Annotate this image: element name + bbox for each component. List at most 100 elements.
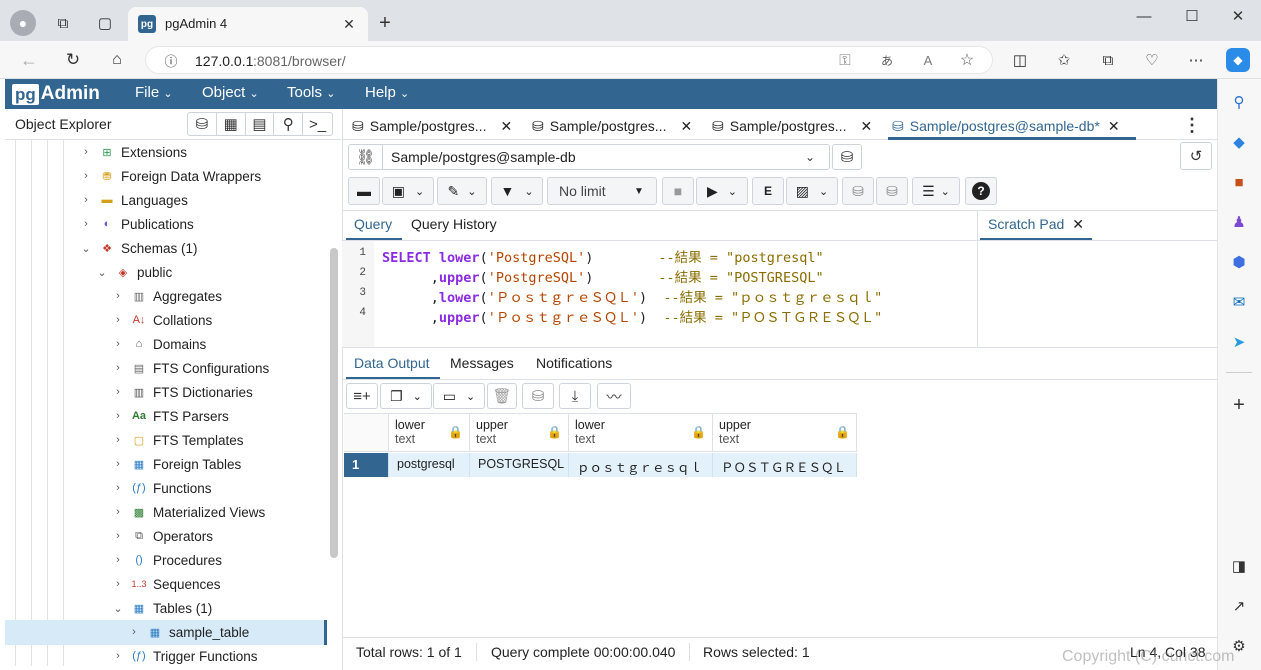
- tree-item-functions[interactable]: › (ƒ) Functions: [111, 476, 211, 500]
- favorites-icon[interactable]: ✩: [1054, 50, 1074, 70]
- tab-messages[interactable]: Messages: [450, 355, 514, 371]
- open-file-icon[interactable]: ▬: [348, 177, 380, 205]
- tree-item-collations[interactable]: › A↓ Collations: [111, 308, 212, 332]
- split-screen-icon[interactable]: ◫: [1010, 50, 1030, 70]
- shopping-icon[interactable]: ◆: [1228, 131, 1250, 153]
- close-icon[interactable]: ✕: [1108, 118, 1120, 135]
- column-header-lower-2[interactable]: lower text 🔒: [569, 414, 713, 452]
- tree-item-sample-table[interactable]: › ▦ sample_table: [127, 620, 249, 644]
- new-tab-icon[interactable]: +: [374, 12, 396, 34]
- chevron-right-icon[interactable]: ›: [79, 170, 93, 182]
- favorite-star-icon[interactable]: ☆: [958, 51, 976, 69]
- macros-button[interactable]: ☰ ⌄: [912, 177, 960, 205]
- chevron-right-icon[interactable]: ›: [111, 386, 125, 398]
- key-icon[interactable]: ⚿: [836, 51, 854, 69]
- chevron-right-icon[interactable]: ›: [111, 506, 125, 518]
- delete-icon[interactable]: 🗑: [487, 383, 517, 409]
- more-options-icon[interactable]: ⋯: [1186, 50, 1206, 70]
- tree-item-public[interactable]: ⌄ ◈ public: [95, 260, 172, 284]
- menu-tools[interactable]: Tools ⌄: [287, 84, 335, 101]
- tree-item-publications[interactable]: › ◐ Publications: [79, 212, 194, 236]
- table-cell[interactable]: ＰＯＳＴＧＲＥＳＱＬ: [713, 453, 857, 477]
- menu-help[interactable]: Help ⌄: [365, 84, 409, 101]
- search-objects-icon[interactable]: ⚲: [274, 113, 304, 135]
- read-aloud-icon[interactable]: A: [919, 51, 937, 69]
- tree-item-fts-dictionaries[interactable]: › ▥ FTS Dictionaries: [111, 380, 253, 404]
- chevron-right-icon[interactable]: ›: [111, 482, 125, 494]
- tree-item-domains[interactable]: › ⌂ Domains: [111, 332, 206, 356]
- tree-item-trigger-functions[interactable]: › (ƒ) Trigger Functions: [111, 644, 257, 666]
- search-icon[interactable]: ⚲: [1228, 91, 1250, 113]
- chevron-right-icon[interactable]: ›: [111, 554, 125, 566]
- filtered-rows-icon[interactable]: ▤: [246, 113, 275, 135]
- more-vert-icon[interactable]: ⋮: [1183, 115, 1201, 135]
- tree-item-procedures[interactable]: ›() Procedures: [111, 548, 222, 572]
- outlook-icon[interactable]: ✉: [1228, 291, 1250, 313]
- tab-scratch-pad[interactable]: Scratch Pad ✕: [988, 216, 1084, 233]
- new-connection-icon[interactable]: ⛁: [832, 144, 862, 170]
- download-icon[interactable]: ⤓: [559, 383, 591, 409]
- tree-item-fts-configurations[interactable]: › ▤ FTS Configurations: [111, 356, 269, 380]
- reset-layout-icon[interactable]: ↺: [1180, 142, 1212, 170]
- code-line-4[interactable]: ,upper('ＰｏｓｔｇｒｅＳＱＬ') --結果 = "ＰＯＳＴＧＲＥＳＱＬ": [382, 306, 883, 326]
- refresh-icon[interactable]: ↻: [62, 49, 84, 71]
- explain-icon[interactable]: E: [752, 177, 784, 205]
- chevron-right-icon[interactable]: ›: [111, 362, 125, 374]
- tree-item-sequences[interactable]: › 1..3 Sequences: [111, 572, 220, 596]
- add-sidebar-app-icon[interactable]: +: [1228, 394, 1250, 416]
- chevron-right-icon[interactable]: ›: [127, 626, 141, 638]
- close-icon[interactable]: ✕: [500, 118, 512, 135]
- microsoft365-icon[interactable]: ⬢: [1228, 251, 1250, 273]
- chevron-right-icon[interactable]: ›: [111, 410, 125, 422]
- explain-analyze-button[interactable]: ▨ ⌄: [786, 177, 838, 205]
- copy-button[interactable]: ❐ ⌄: [380, 383, 432, 409]
- help-icon[interactable]: ?: [965, 177, 997, 205]
- paste-button[interactable]: ▭ ⌄: [433, 383, 485, 409]
- query-tool-icon[interactable]: ⛁: [188, 113, 217, 135]
- send-icon[interactable]: ➤: [1228, 331, 1250, 353]
- tab-query-3[interactable]: ⛁ Sample/postgres... ✕: [712, 113, 872, 139]
- url-field[interactable]: ⓘ 127.0.0.1:8081/browser/ ⚿ あ A ☆: [145, 46, 993, 74]
- copilot-icon[interactable]: ◆: [1226, 48, 1250, 72]
- chevron-right-icon[interactable]: ›: [111, 650, 125, 662]
- tree-item-fts-parsers[interactable]: › Aa FTS Parsers: [111, 404, 229, 428]
- home-icon[interactable]: ⌂: [106, 49, 128, 71]
- tree-scrollbar[interactable]: [330, 248, 338, 558]
- connection-select[interactable]: ⛓ Sample/postgres@sample-db ⌄: [348, 144, 830, 170]
- tree-item-languages[interactable]: › ▬ Languages: [79, 188, 188, 212]
- browser-essentials-icon[interactable]: ♡: [1142, 50, 1162, 70]
- tree-item-schemas[interactable]: ⌄ ❖ Schemas (1): [79, 236, 197, 260]
- stop-icon[interactable]: ■: [662, 177, 694, 205]
- menu-object[interactable]: Object ⌄: [202, 84, 259, 101]
- chevron-down-icon[interactable]: ⌄: [79, 242, 93, 255]
- menu-file[interactable]: File ⌄: [135, 84, 173, 101]
- grid-corner[interactable]: [344, 414, 389, 452]
- chevron-right-icon[interactable]: ›: [79, 146, 93, 158]
- table-cell[interactable]: postgresql: [389, 453, 470, 477]
- tree-item-tables[interactable]: ⌄ ▦ Tables (1): [111, 596, 212, 620]
- chevron-right-icon[interactable]: ›: [111, 578, 125, 590]
- profile-avatar[interactable]: ●: [10, 10, 36, 36]
- graph-visualiser-icon[interactable]: 〰: [597, 383, 631, 409]
- execute-button[interactable]: ▶ ⌄: [696, 177, 748, 205]
- chevron-right-icon[interactable]: ›: [79, 194, 93, 206]
- commit-icon[interactable]: ⛁: [842, 177, 874, 205]
- code-line-1[interactable]: SELECT lower('PostgreSQL') --結果 = "postg…: [382, 246, 824, 266]
- chevron-down-icon[interactable]: ⌄: [111, 602, 125, 615]
- close-icon[interactable]: ✕: [1072, 216, 1084, 232]
- column-header-lower-1[interactable]: lower text 🔒: [389, 414, 470, 452]
- row-limit-select[interactable]: No limit ▼: [547, 177, 657, 205]
- tab-notifications[interactable]: Notifications: [536, 355, 612, 371]
- tree-item-foreign-data-wrappers[interactable]: › ⛃ Foreign Data Wrappers: [79, 164, 261, 188]
- workspaces-icon[interactable]: ⧉: [52, 12, 74, 34]
- vertical-tabs-icon[interactable]: ▢: [94, 12, 116, 34]
- tools-icon[interactable]: ■: [1228, 171, 1250, 193]
- collections-icon[interactable]: ⧉: [1098, 50, 1118, 70]
- tab-query-1[interactable]: ⛁ Sample/postgres... ✕: [352, 113, 512, 139]
- tab-query-2[interactable]: ⛁ Sample/postgres... ✕: [532, 113, 692, 139]
- minimize-icon[interactable]: —: [1132, 6, 1156, 26]
- open-external-icon[interactable]: ↗: [1228, 595, 1250, 617]
- psql-tool-icon[interactable]: >_: [303, 113, 332, 135]
- add-row-icon[interactable]: ≡+: [346, 383, 378, 409]
- tree-item-operators[interactable]: › ⧉ Operators: [111, 524, 213, 548]
